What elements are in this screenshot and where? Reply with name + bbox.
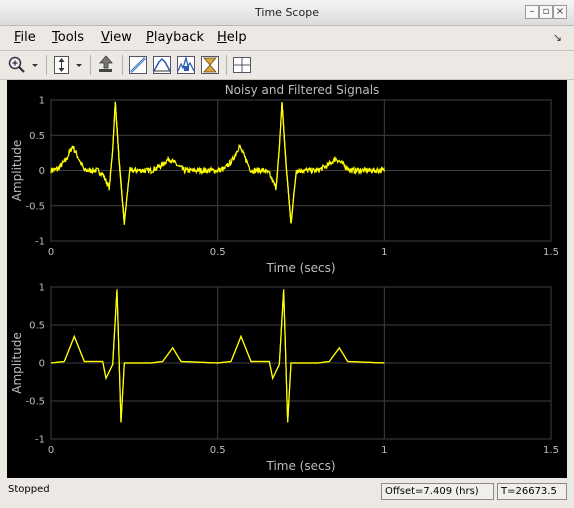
bottom-ytick-label: 0 <box>39 359 45 370</box>
status-bar: Stopped Offset=7.409 (hrs) T=26673.5 <box>0 480 574 508</box>
menu-bar: File Tools View Playback Help ↘ <box>0 26 574 48</box>
zoom-in-icon[interactable] <box>6 54 28 76</box>
toolbar <box>0 50 574 80</box>
triggers-icon[interactable] <box>127 54 149 76</box>
menu-tools[interactable]: Tools <box>52 30 84 45</box>
title-bar: Time Scope – ▫ × <box>0 0 574 26</box>
close-button[interactable]: × <box>553 5 567 19</box>
top-ytick-label: 0.5 <box>29 131 45 142</box>
top-series-peak <box>114 102 138 224</box>
bottom-xtick-label: 1 <box>381 445 387 456</box>
scope-canvas: Noisy and Filtered Signals 10.50-0.5-10 0… <box>10 83 559 473</box>
toolbar-separator <box>90 55 91 75</box>
zoom-dropdown-icon[interactable] <box>29 54 41 76</box>
bottom-ytick-label: 0.5 <box>29 321 45 332</box>
top-xtick-label: 0.5 <box>210 247 226 258</box>
bottom-xlabel: Time (secs) <box>265 459 335 473</box>
status-offset: Offset=7.409 (hrs) <box>381 483 494 500</box>
bottom-xtick-label: 0.5 <box>210 445 226 456</box>
menu-help[interactable]: Help <box>217 30 247 45</box>
bottom-ytick-label: 1 <box>39 283 45 294</box>
window-title: Time Scope <box>255 6 319 19</box>
plot-title: Noisy and Filtered Signals <box>225 83 380 97</box>
menu-playback[interactable]: Playback <box>146 30 204 45</box>
maximize-button[interactable]: ▫ <box>539 5 553 19</box>
top-xtick-label: 0 <box>48 247 54 258</box>
bottom-xtick-label: 1.5 <box>543 445 559 456</box>
minimize-button[interactable]: – <box>525 5 539 19</box>
toolbar-separator <box>46 55 47 75</box>
status-state: Stopped <box>8 484 50 495</box>
bottom-xtick-label: 0 <box>48 445 54 456</box>
top-xtick-label: 1.5 <box>543 247 559 258</box>
menu-file[interactable]: File <box>14 30 36 45</box>
scope-display: Noisy and Filtered Signals 1 0.5 0 -0.5 -1 0 0… <box>7 80 567 478</box>
dock-arrow-icon[interactable]: ↘ <box>553 31 562 44</box>
top-ytick-label: -0.5 <box>25 201 45 212</box>
top-ytick-label: -1 <box>35 237 45 248</box>
top-ytick-label: 0 <box>39 166 45 177</box>
restore-view-icon[interactable] <box>95 54 117 76</box>
top-ytick-label: 1 <box>39 96 45 107</box>
scale-dropdown-icon[interactable] <box>73 54 85 76</box>
bilevel-measurements-icon[interactable] <box>199 54 221 76</box>
peak-finder-icon[interactable] <box>175 54 197 76</box>
layout-icon[interactable] <box>231 54 253 76</box>
toolbar-separator <box>122 55 123 75</box>
menu-view[interactable]: View <box>101 30 132 45</box>
signal-statistics-icon[interactable] <box>151 54 173 76</box>
top-xlabel: Time (secs) <box>265 261 335 275</box>
top-xtick-label: 1 <box>381 247 387 258</box>
top-ylabel: Amplitude <box>10 140 24 202</box>
bottom-ytick-label: -0.5 <box>25 397 45 408</box>
bottom-ylabel: Amplitude <box>10 332 24 394</box>
scale-axes-icon[interactable] <box>51 54 73 76</box>
status-time: T=26673.5 <box>497 483 567 500</box>
bottom-ytick-label: -1 <box>35 435 45 446</box>
toolbar-separator <box>226 55 227 75</box>
top-series-peak <box>281 102 305 224</box>
